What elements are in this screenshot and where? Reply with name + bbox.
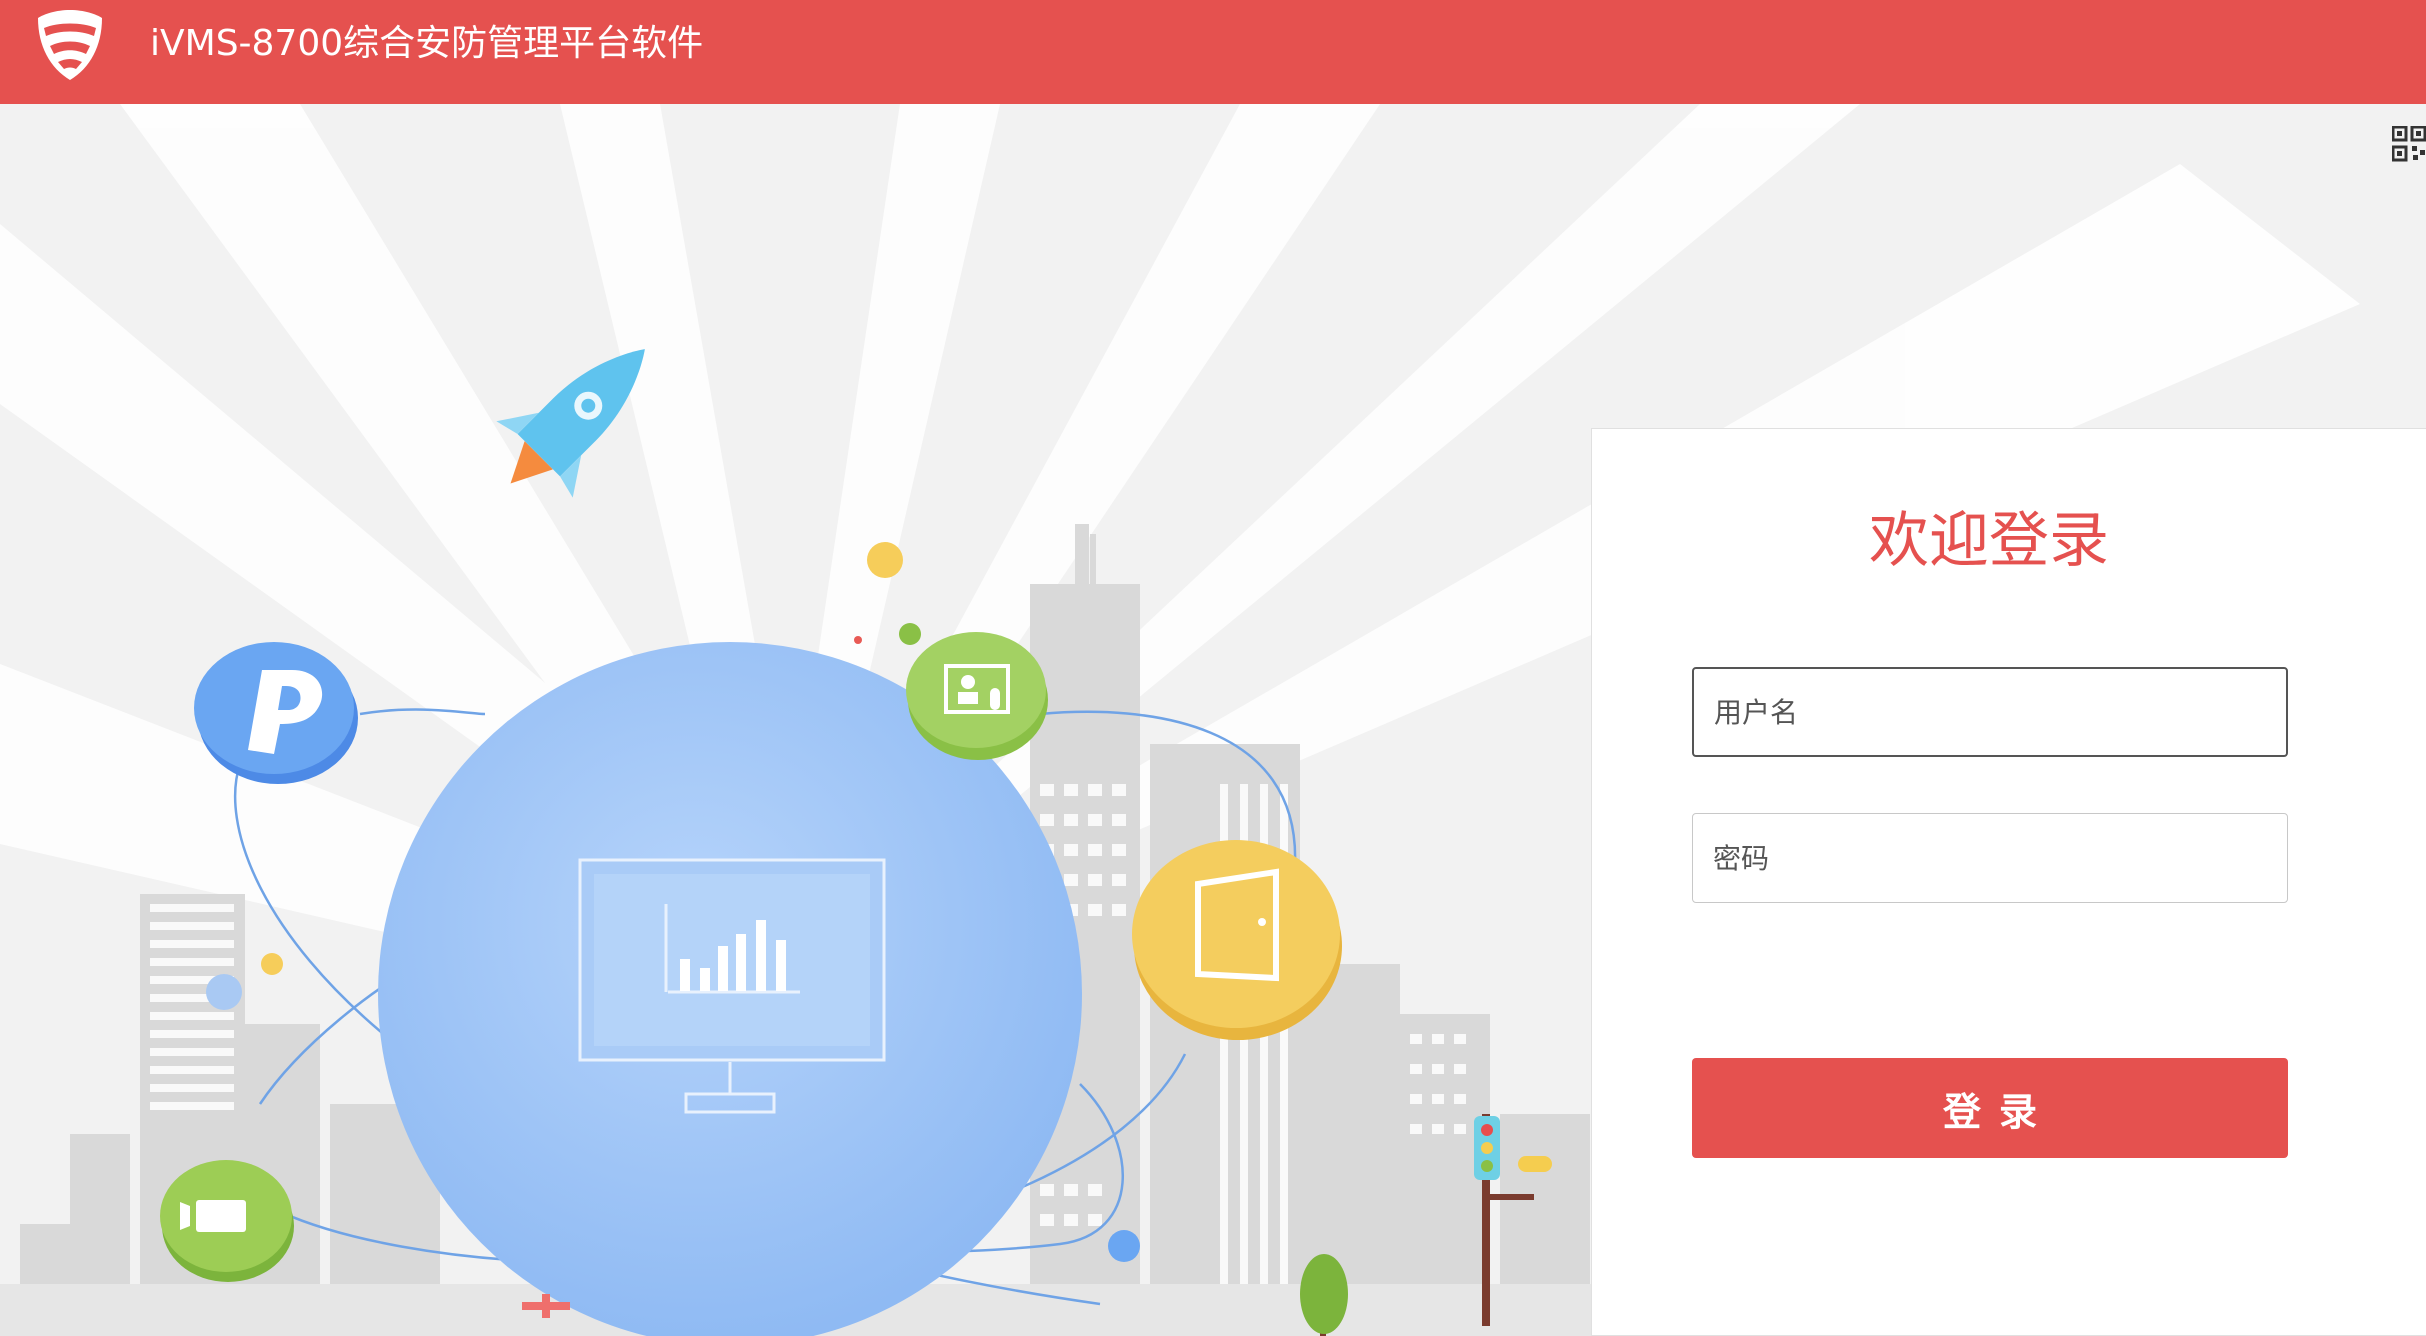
qr-code-icon[interactable]: [2392, 126, 2426, 162]
username-input[interactable]: [1692, 667, 2288, 757]
video-intercom-icon: [906, 632, 1048, 760]
app-title: iVMS-8700综合安防管理平台软件: [150, 23, 704, 64]
login-panel: 欢迎登录 登录: [1591, 428, 2426, 1336]
video-camera-icon: [160, 1160, 294, 1282]
login-button[interactable]: 登录: [1692, 1058, 2288, 1158]
welcome-title: 欢迎登录: [1869, 506, 2109, 576]
door-icon: [1132, 840, 1342, 1040]
password-input[interactable]: [1692, 813, 2288, 903]
app-header: iVMS-8700综合安防管理平台软件: [0, 0, 2426, 104]
shield-logo-icon: [38, 10, 102, 80]
